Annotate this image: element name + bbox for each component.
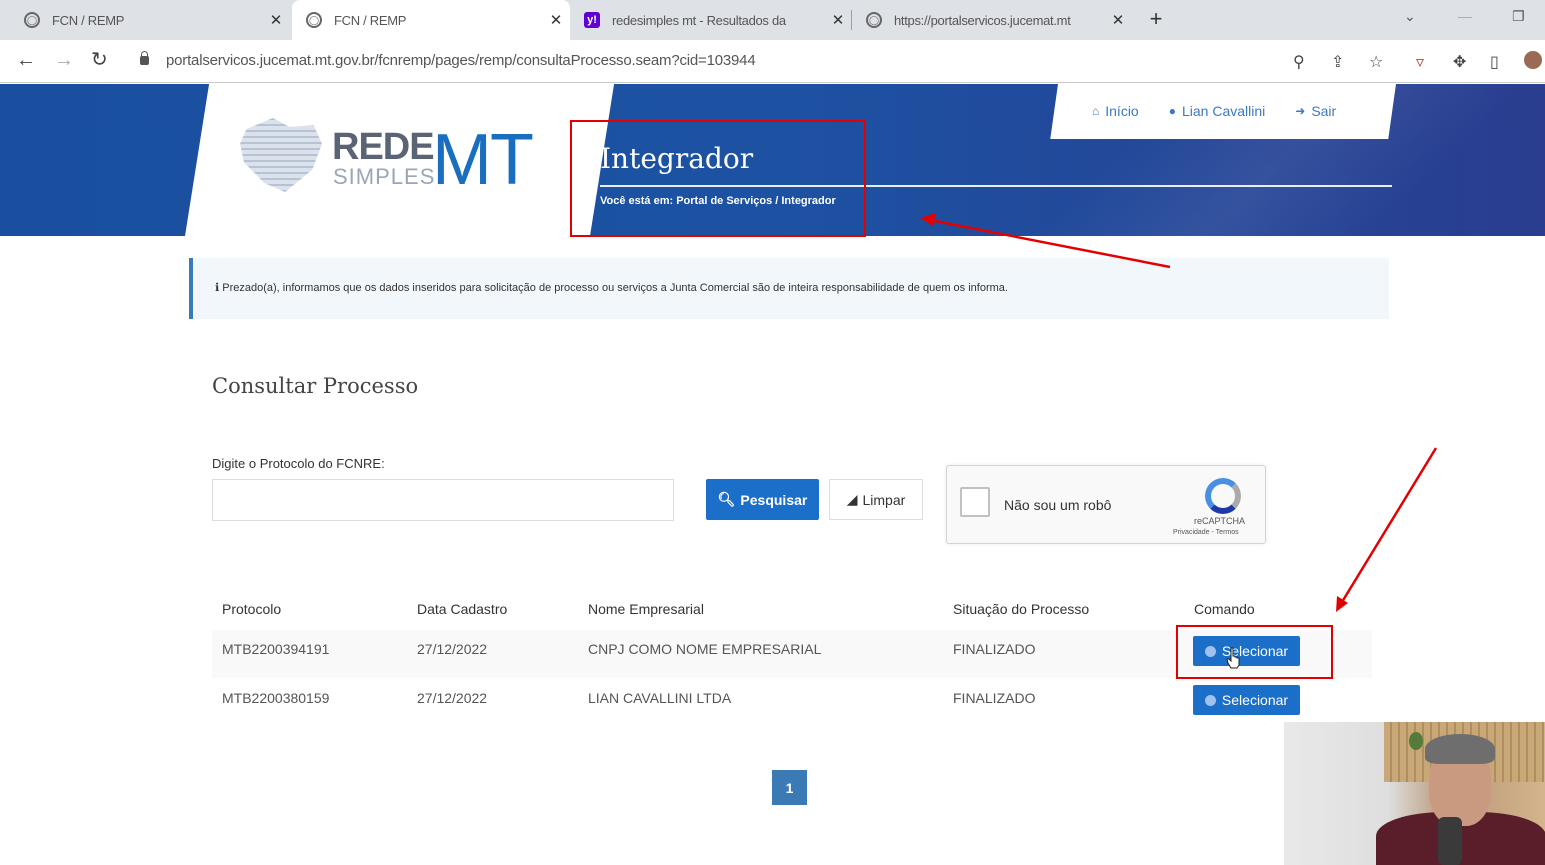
annotation-arrowhead [920, 213, 936, 226]
annotation-arrowhead [1336, 596, 1348, 612]
annotation-arrow-line [929, 218, 1171, 269]
presenter-hair [1425, 734, 1495, 764]
annotation-arrow-line [1340, 447, 1438, 603]
hand-cursor-icon [1226, 647, 1240, 669]
webcam-overlay [1284, 722, 1545, 865]
plant-decoration [1409, 732, 1423, 750]
microphone [1438, 817, 1462, 865]
